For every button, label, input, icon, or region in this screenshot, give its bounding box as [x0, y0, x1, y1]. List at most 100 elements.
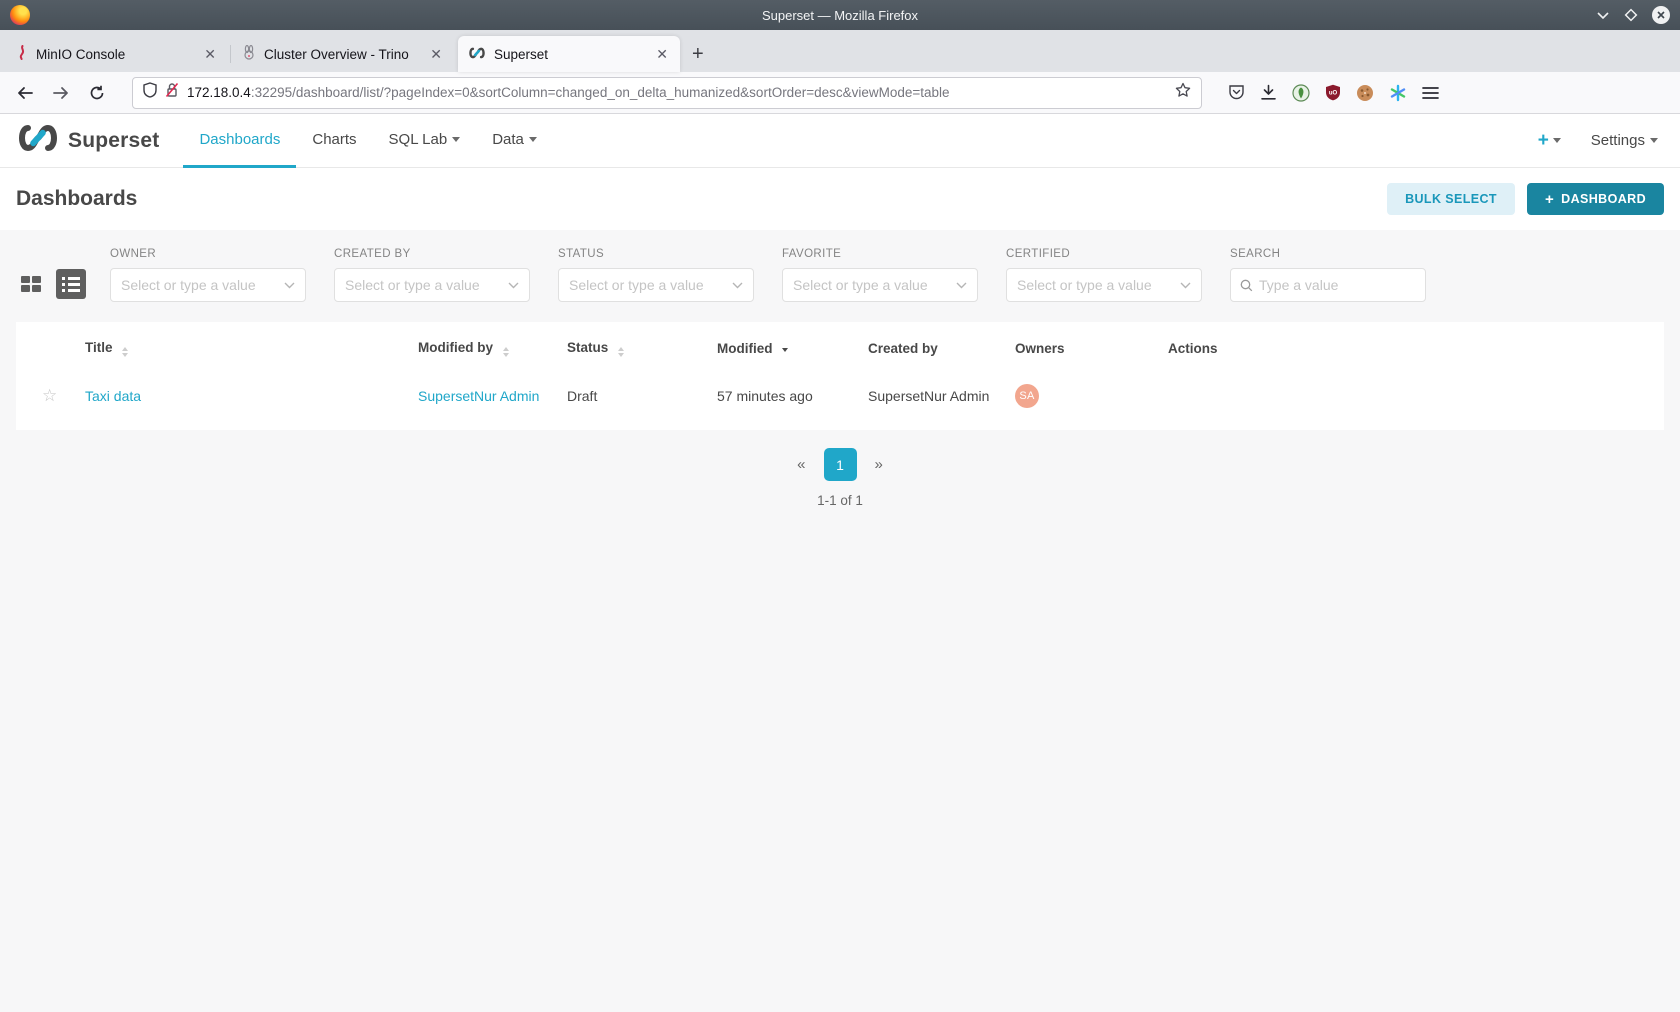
page-title: Dashboards — [16, 187, 137, 211]
firefox-logo-icon — [10, 5, 30, 25]
superset-brand[interactable]: Superset — [16, 114, 159, 167]
superset-icon — [468, 47, 486, 62]
minio-icon — [16, 45, 28, 63]
filter-label: CREATED BY — [334, 248, 530, 260]
page-header: Dashboards BULK SELECT + DASHBOARD — [0, 168, 1680, 230]
browser-tab-trino[interactable]: Cluster Overview - Trino ✕ — [232, 36, 454, 72]
window-titlebar: Superset — Mozilla Firefox — [0, 0, 1680, 30]
forward-button[interactable] — [46, 78, 76, 108]
search-icon — [1240, 279, 1253, 292]
nav-item-label: Data — [492, 131, 524, 148]
new-item-menu[interactable]: + — [1538, 130, 1561, 152]
column-header-created-by: Created by — [868, 324, 1015, 370]
menu-hamburger-icon[interactable] — [1422, 86, 1439, 100]
ublock-shield-icon[interactable]: uO — [1325, 84, 1341, 101]
column-label: Owners — [1015, 341, 1065, 356]
nav-item-charts[interactable]: Charts — [296, 114, 372, 168]
pocket-icon[interactable] — [1228, 84, 1245, 101]
search-input[interactable] — [1259, 277, 1416, 293]
column-label: Status — [567, 340, 608, 355]
sort-icon — [503, 347, 509, 357]
url-text[interactable]: 172.18.0.4:32295/dashboard/list/?pageInd… — [187, 85, 1167, 100]
add-dashboard-button[interactable]: + DASHBOARD — [1527, 183, 1664, 215]
back-button[interactable] — [10, 78, 40, 108]
tab-label: Superset — [494, 47, 646, 62]
filter-label: STATUS — [558, 248, 754, 260]
dashboard-title-link[interactable]: Taxi data — [85, 388, 141, 404]
owner-avatar[interactable]: SA — [1015, 384, 1039, 408]
column-label: Actions — [1168, 341, 1218, 356]
filter-created-by: CREATED BY Select or type a value — [334, 248, 530, 302]
tracking-protection-shield-icon[interactable] — [143, 82, 157, 103]
tab-close-icon[interactable]: ✕ — [654, 46, 670, 63]
column-header-status[interactable]: Status — [567, 324, 717, 370]
select-placeholder: Select or type a value — [1017, 277, 1180, 293]
downloads-icon[interactable] — [1260, 84, 1277, 101]
minimize-button[interactable] — [1596, 10, 1610, 20]
column-header-title[interactable]: Title — [85, 324, 418, 370]
nav-item-dashboards[interactable]: Dashboards — [183, 114, 296, 168]
select-placeholder: Select or type a value — [121, 277, 284, 293]
browser-tab-superset[interactable]: Superset ✕ — [458, 36, 680, 72]
reload-button[interactable] — [82, 78, 112, 108]
nav-item-label: Dashboards — [199, 131, 280, 148]
browser-tab-minio[interactable]: MinIO Console ✕ — [6, 36, 228, 72]
select-placeholder: Select or type a value — [793, 277, 956, 293]
extension-green-icon[interactable] — [1292, 84, 1310, 102]
chevron-down-icon — [1553, 138, 1561, 143]
url-host: 172.18.0.4 — [187, 85, 251, 100]
owner-select[interactable]: Select or type a value — [110, 268, 306, 302]
plus-icon: + — [1545, 191, 1554, 208]
svg-text:uO: uO — [1329, 91, 1338, 97]
card-view-toggle[interactable] — [16, 269, 46, 299]
browser-toolbar: 172.18.0.4:32295/dashboard/list/?pageInd… — [0, 72, 1680, 114]
tab-close-icon[interactable]: ✕ — [428, 46, 444, 63]
chevron-down-icon — [1650, 138, 1658, 143]
column-header-modified-by[interactable]: Modified by — [418, 324, 567, 370]
status-select[interactable]: Select or type a value — [558, 268, 754, 302]
column-header-modified[interactable]: Modified — [717, 324, 868, 370]
filter-label: OWNER — [110, 248, 306, 260]
browser-tabstrip: MinIO Console ✕ Cluster Overview - Trino… — [0, 30, 1680, 72]
next-page-button[interactable]: » — [867, 452, 891, 477]
created-by-select[interactable]: Select or type a value — [334, 268, 530, 302]
chevron-down-icon — [529, 137, 537, 142]
cookie-icon[interactable] — [1356, 84, 1374, 102]
dashboard-table-card: Title Modified by Status Modified — [16, 322, 1664, 430]
new-tab-button[interactable]: + — [682, 41, 714, 72]
window-title: Superset — Mozilla Firefox — [0, 8, 1680, 23]
column-header-actions: Actions — [1168, 324, 1664, 370]
nav-item-data[interactable]: Data — [476, 114, 553, 168]
favorite-column-header — [16, 324, 85, 370]
favorite-select[interactable]: Select or type a value — [782, 268, 978, 302]
previous-page-button[interactable]: « — [789, 452, 813, 477]
bookmark-star-icon[interactable] — [1175, 82, 1191, 103]
favorite-star-icon[interactable]: ☆ — [42, 386, 57, 405]
bulk-select-button[interactable]: BULK SELECT — [1387, 183, 1515, 215]
column-label: Created by — [868, 341, 938, 356]
extension-asterisk-icon[interactable] — [1389, 84, 1407, 102]
insecure-lock-icon[interactable] — [165, 82, 179, 103]
url-path: :32295/dashboard/list/?pageIndex=0&sortC… — [251, 85, 950, 100]
grid-view-icon — [21, 276, 41, 292]
column-header-owners: Owners — [1015, 324, 1168, 370]
filter-owner: OWNER Select or type a value — [110, 248, 306, 302]
modified-cell: 57 minutes ago — [717, 370, 868, 424]
modified-by-link[interactable]: SupersetNur Admin — [418, 388, 539, 404]
filter-label: CERTIFIED — [1006, 248, 1202, 260]
certified-select[interactable]: Select or type a value — [1006, 268, 1202, 302]
plus-icon: + — [1538, 130, 1549, 152]
page-1-button[interactable]: 1 — [824, 448, 857, 481]
tab-close-icon[interactable]: ✕ — [202, 46, 218, 63]
settings-menu[interactable]: Settings — [1591, 132, 1658, 149]
dashboard-list-content: OWNER Select or type a value CREATED BY … — [0, 230, 1680, 950]
nav-item-sql-lab[interactable]: SQL Lab — [373, 114, 477, 168]
close-button[interactable] — [1652, 6, 1670, 24]
column-label: Title — [85, 340, 113, 355]
url-bar[interactable]: 172.18.0.4:32295/dashboard/list/?pageInd… — [132, 77, 1202, 109]
column-label: Modified — [717, 341, 773, 356]
list-view-toggle[interactable] — [56, 269, 86, 299]
maximize-button[interactable] — [1624, 8, 1638, 22]
filter-favorite: FAVORITE Select or type a value — [782, 248, 978, 302]
brand-name: Superset — [68, 129, 159, 153]
